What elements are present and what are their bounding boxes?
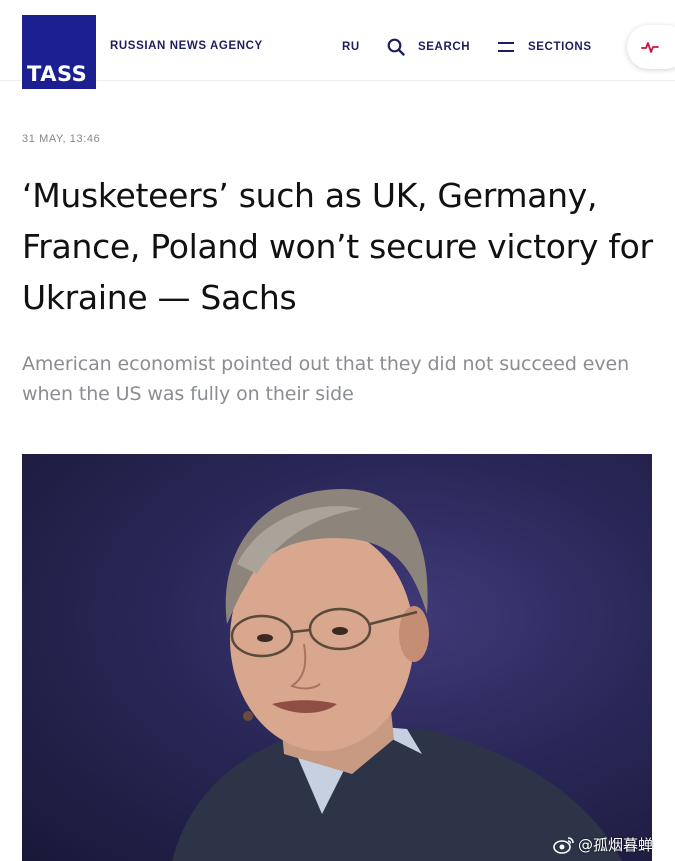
- language-switch-ru[interactable]: RU: [342, 41, 360, 53]
- watermark: @孤烟暮蝉: [553, 834, 653, 855]
- article-headline: ‘Musketeers’ such as UK, Germany, France…: [22, 176, 653, 317]
- article-photo: [22, 454, 652, 861]
- tass-logo[interactable]: TASS: [22, 15, 96, 89]
- article-date: 31 MAY, 13:46: [22, 133, 101, 145]
- search-icon: [387, 38, 405, 56]
- weibo-icon: [553, 836, 574, 854]
- search-label: SEARCH: [418, 41, 471, 53]
- pulse-icon: [641, 42, 659, 53]
- article-lead: American economist pointed out that they…: [22, 353, 630, 405]
- watermark-text: @孤烟暮蝉: [578, 836, 654, 854]
- search-button[interactable]: SEARCH: [387, 37, 470, 57]
- site-header: TASS RUSSIAN NEWS AGENCY RU SEARCH SECTI…: [0, 0, 675, 89]
- portrait-illustration: [172, 489, 622, 861]
- live-feed-button[interactable]: [627, 25, 675, 69]
- sections-button[interactable]: SECTIONS: [497, 37, 592, 57]
- logo-text: TASS: [27, 62, 88, 86]
- sections-label: SECTIONS: [528, 41, 592, 53]
- agency-label: RUSSIAN NEWS AGENCY: [110, 40, 263, 52]
- menu-icon: [498, 42, 514, 52]
